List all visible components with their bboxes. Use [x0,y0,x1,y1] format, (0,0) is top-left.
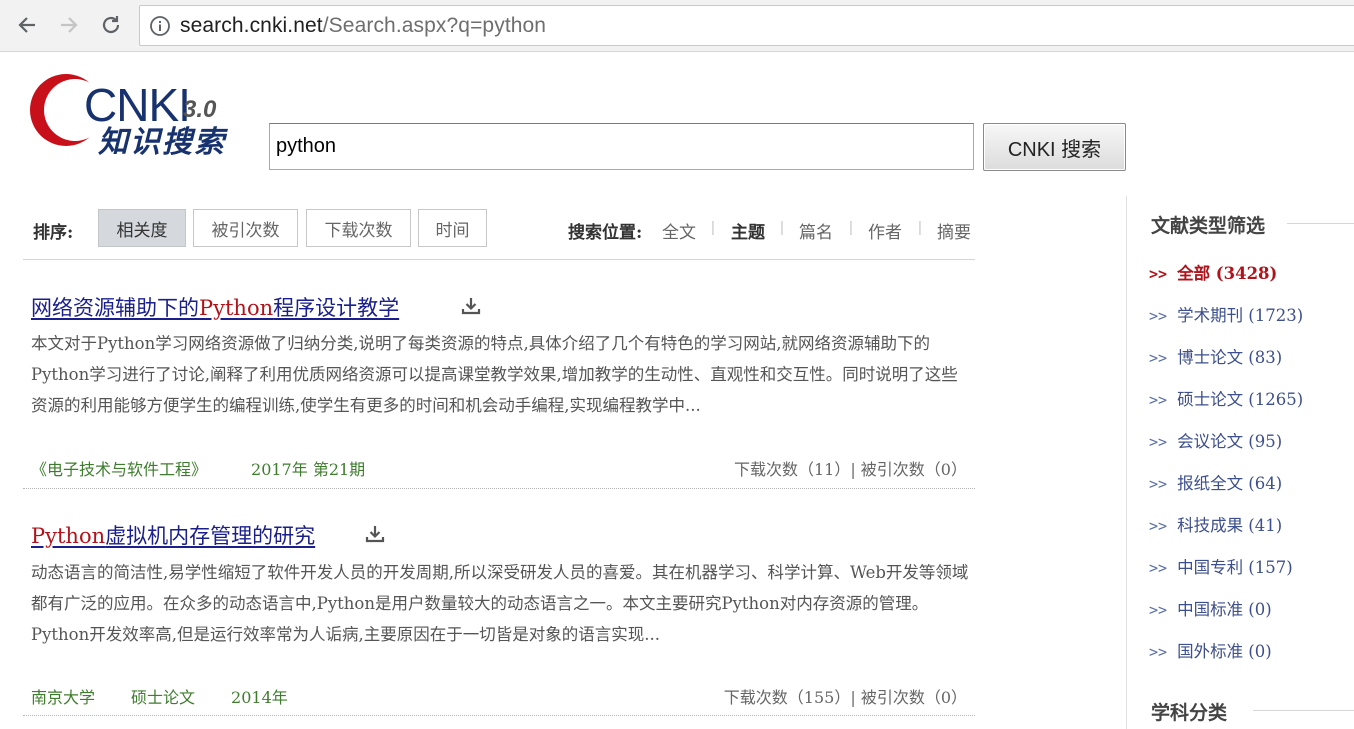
result-institution[interactable]: 南京大学 [31,688,95,707]
search-input[interactable] [269,123,974,170]
position-separator: | [780,219,784,236]
search-button[interactable]: CNKI 搜索 [983,123,1126,171]
sort-bar: 排序: 相关度 被引次数 下载次数 时间 搜索位置: 全文 | 主题 | 篇名 … [23,200,975,260]
result-title-link[interactable]: Python虚拟机内存管理的研究 [31,520,315,550]
filter-label: 硕士论文 (1265) [1177,390,1304,409]
result-doc-type: 硕士论文 [131,688,196,707]
subject-heading: 学科分类 [1151,702,1228,724]
sort-downloads-button[interactable]: 下载次数 [306,209,411,247]
position-author[interactable]: 作者 [868,218,902,243]
filter-sidebar: 文献类型筛选 >> 全部 (3428) >> 学术期刊 (1723) >> 博士论文 … [1126,196,1354,729]
double-chevron-icon: >> [1149,517,1168,535]
logo-text: CNKI [84,79,191,131]
address-bar[interactable]: search.cnki.net/Search.aspx?q=python [139,5,1354,46]
filter-label: 会议论文 (95) [1177,432,1283,451]
reload-button[interactable] [96,10,126,40]
filter-all[interactable]: >> 全部 (3428) [1149,260,1277,284]
filter-newspapers[interactable]: >> 报纸全文 (64) [1149,470,1282,494]
title-text: 程序设计教学 [273,296,400,320]
filter-foreign-standards[interactable]: >> 国外标准 (0) [1149,638,1272,662]
result-item: Python虚拟机内存管理的研究 动态语言的简洁性,易学性缩短了软件开发人员的开… [23,489,975,716]
position-separator: | [918,219,922,236]
filter-journals[interactable]: >> 学术期刊 (1723) [1149,302,1303,326]
filter-label: 国外标准 (0) [1177,642,1272,661]
position-separator: | [711,219,715,236]
filter-label: 报纸全文 (64) [1177,474,1283,493]
filter-label: 学术期刊 (1723) [1177,306,1304,325]
result-year: 2014年 [231,688,288,707]
search-position-label: 搜索位置: [568,223,643,243]
download-icon[interactable] [461,296,481,316]
double-chevron-icon: >> [1149,559,1168,577]
double-chevron-icon: >> [1149,349,1168,367]
result-item: 网络资源辅助下的Python程序设计教学 本文对于Python学习网络资源做了归… [23,262,975,489]
title-text: 网络资源辅助下的 [31,296,199,320]
position-subject[interactable]: 主题 [731,218,765,243]
double-chevron-icon: >> [1149,391,1168,409]
sort-label: 排序: [33,223,74,243]
title-text: 虚拟机内存管理的研究 [105,524,316,548]
forward-button[interactable] [54,10,84,40]
filter-label: 全部 (3428) [1177,264,1278,283]
filter-label: 中国标准 (0) [1177,600,1272,619]
filter-label: 中国专利 (157) [1177,558,1293,577]
browser-toolbar: search.cnki.net/Search.aspx?q=python [0,0,1354,52]
double-chevron-icon: >> [1149,601,1168,619]
arrow-left-icon [18,17,35,33]
cnki-logo[interactable]: CNKI 3.0 知识搜索 [28,68,243,168]
result-issue: 2017年 第21期 [251,460,366,479]
result-meta: 《电子技术与软件工程》 2017年 第21期 [31,456,365,480]
filter-achievements[interactable]: >> 科技成果 (41) [1149,512,1282,536]
result-stats: 下载次数（155）| 被引次数（0） [723,688,967,707]
sort-relevance-button[interactable]: 相关度 [98,209,186,247]
logo-version: 3.0 [183,96,217,123]
result-source[interactable]: 《电子技术与软件工程》 [31,460,207,479]
sort-citations-button[interactable]: 被引次数 [193,209,298,247]
reload-icon [102,16,120,34]
double-chevron-icon: >> [1149,475,1168,493]
logo-subtitle: 知识搜索 [98,125,226,160]
url-text: search.cnki.net/Search.aspx?q=python [180,14,546,38]
double-chevron-icon: >> [1149,307,1168,325]
arrow-right-icon [61,17,78,33]
position-separator: | [849,219,853,236]
filter-label: 博士论文 (83) [1177,348,1283,367]
double-chevron-icon: >> [1149,643,1168,661]
filter-cn-standards[interactable]: >> 中国标准 (0) [1149,596,1272,620]
filter-patents[interactable]: >> 中国专利 (157) [1149,554,1293,578]
filter-doctoral[interactable]: >> 博士论文 (83) [1149,344,1282,368]
heading-divider [1287,223,1354,224]
filter-conference[interactable]: >> 会议论文 (95) [1149,428,1282,452]
heading-divider [1253,710,1354,711]
url-host: search.cnki.net [180,13,323,37]
double-chevron-icon: >> [1149,433,1168,451]
position-abstract[interactable]: 摘要 [937,218,971,243]
filter-masters[interactable]: >> 硕士论文 (1265) [1149,386,1303,410]
result-title-link[interactable]: 网络资源辅助下的Python程序设计教学 [31,292,399,322]
result-abstract: 动态语言的简洁性,易学性缩短了软件开发人员的开发周期,所以深受研发人员的喜爱。其… [31,563,969,644]
position-title[interactable]: 篇名 [799,218,833,243]
result-meta: 南京大学 硕士论文 2014年 [31,684,288,708]
double-chevron-icon: >> [1149,265,1168,283]
title-highlight: Python [199,296,274,320]
sort-time-button[interactable]: 时间 [418,209,487,247]
info-icon[interactable] [149,15,171,37]
filter-label: 科技成果 (41) [1177,516,1283,535]
doc-type-heading: 文献类型筛选 [1151,215,1266,237]
url-path: /Search.aspx?q=python [322,13,547,37]
position-fulltext[interactable]: 全文 [662,218,696,243]
title-highlight: Python [31,524,106,548]
result-stats: 下载次数（11）| 被引次数（0） [733,460,967,479]
download-icon[interactable] [365,524,385,544]
back-button[interactable] [12,10,42,40]
result-abstract: 本文对于Python学习网络资源做了归纳分类,说明了每类资源的特点,具体介绍了几… [31,334,958,415]
